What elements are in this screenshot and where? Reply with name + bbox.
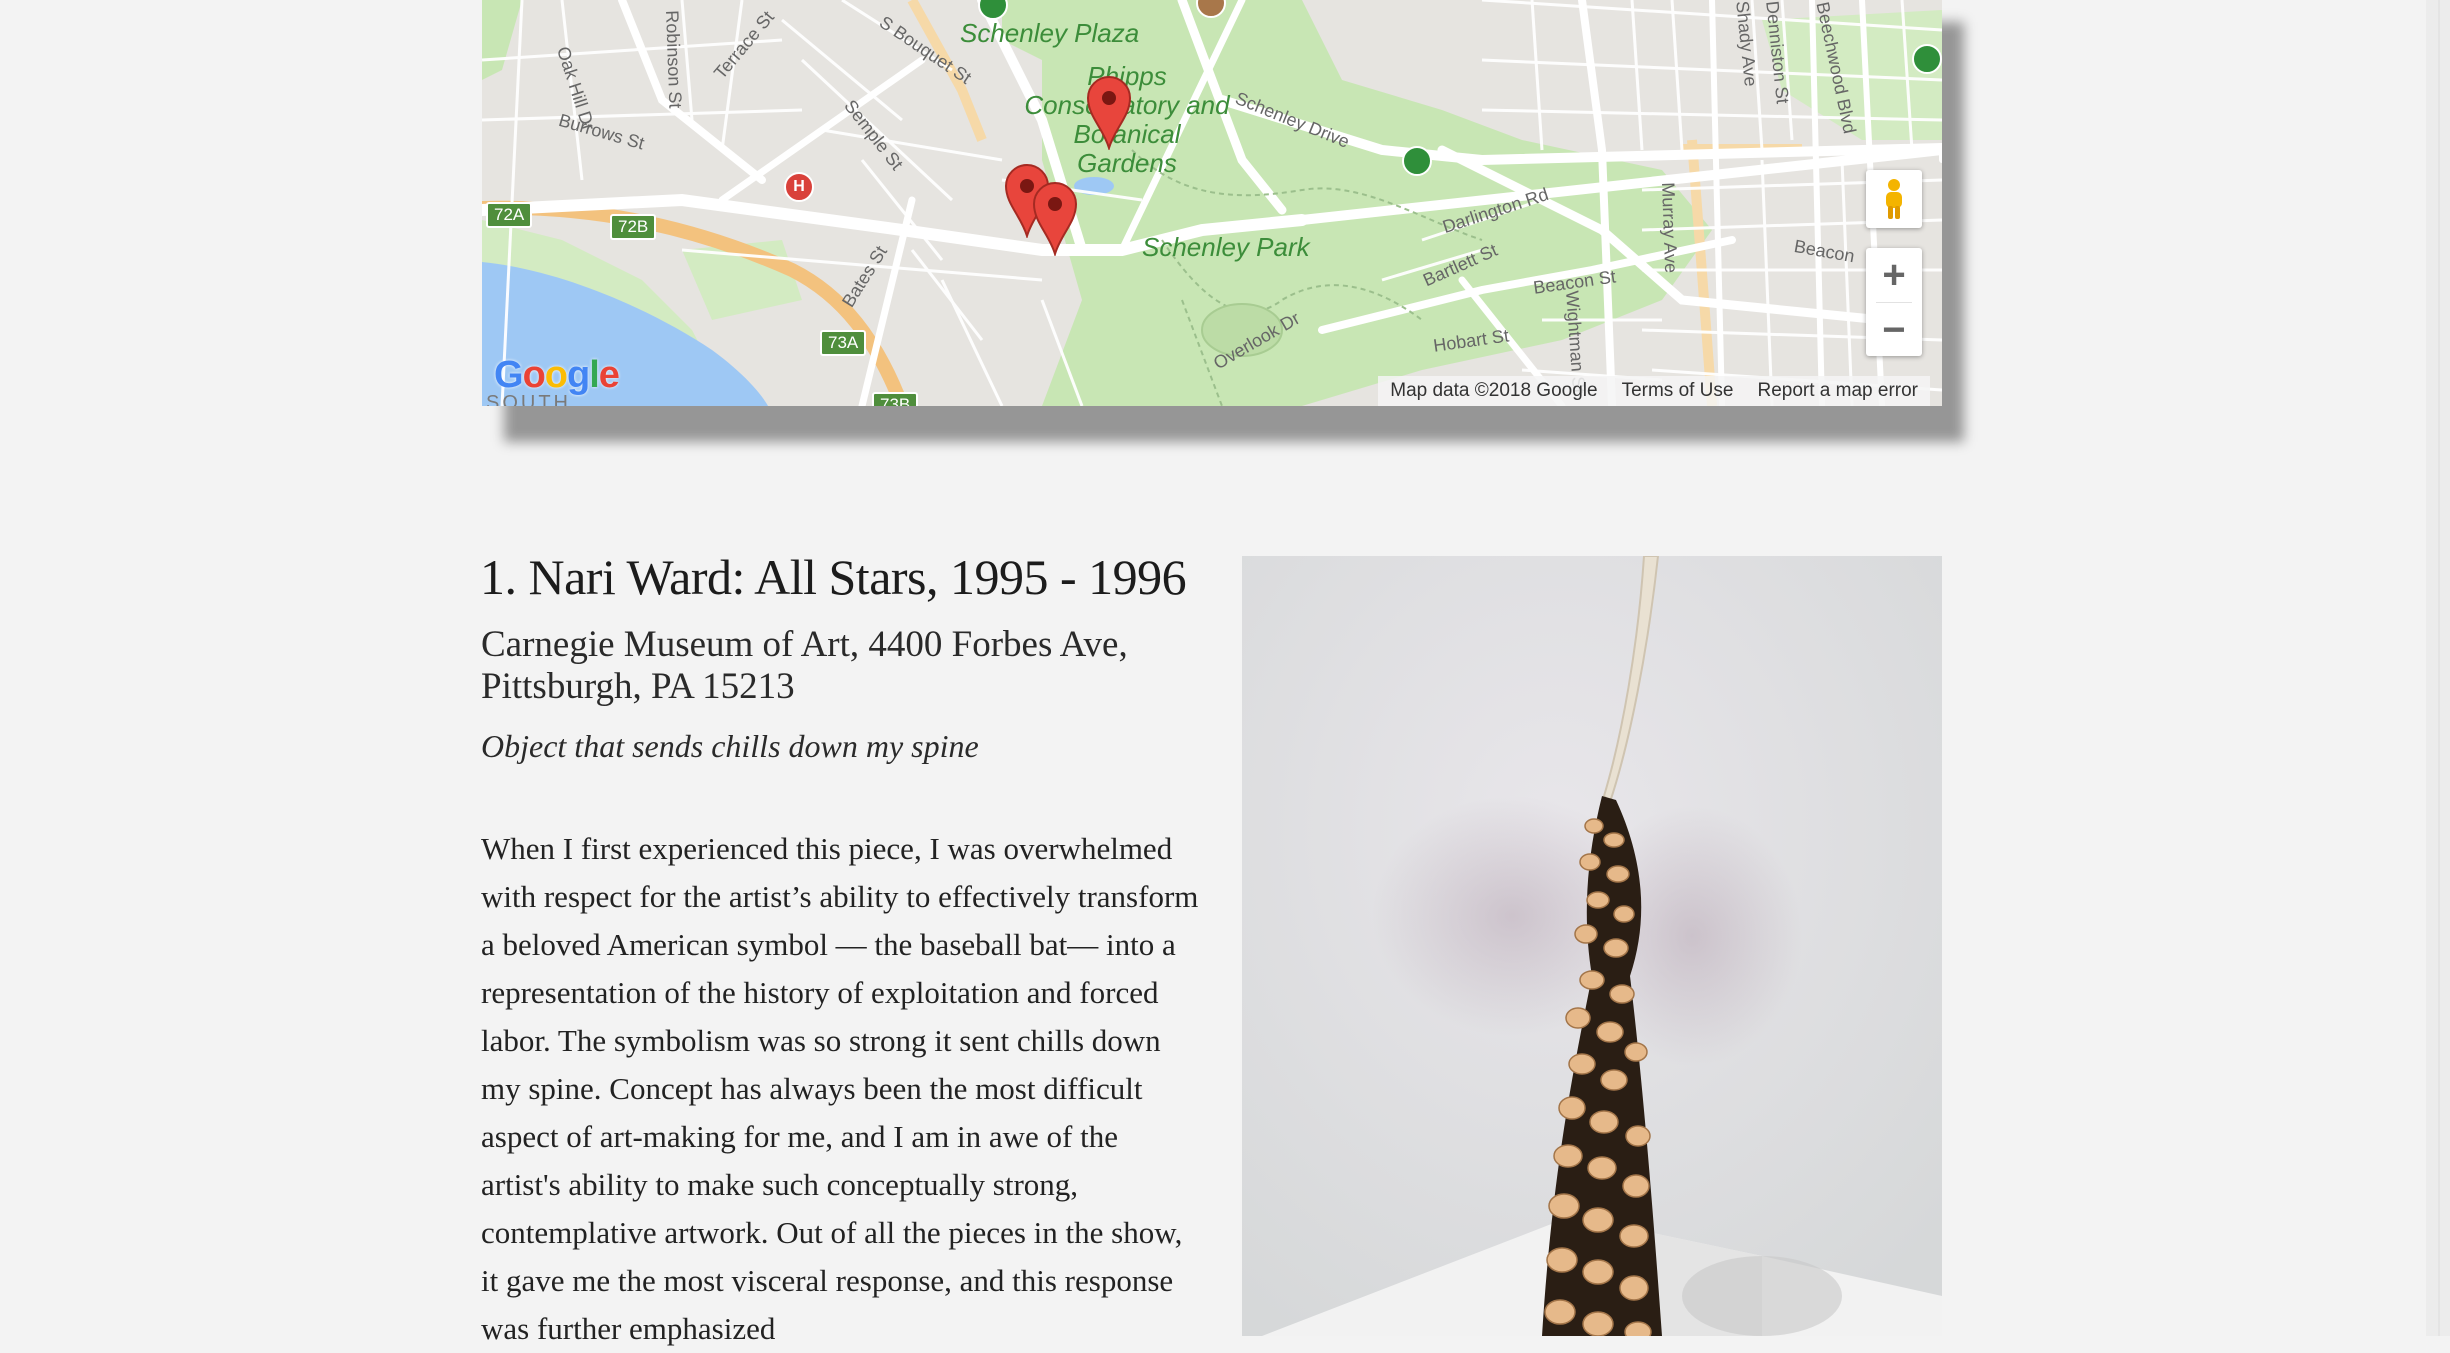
pegman-icon: [1886, 179, 1902, 219]
google-logo[interactable]: Google: [494, 354, 620, 397]
entry-address: Carnegie Museum of Art, 4400 Forbes Ave,…: [481, 624, 1128, 707]
park-poi-icon-right[interactable]: [1912, 44, 1942, 74]
highway-badge-72b: 72B: [610, 214, 657, 240]
murray-ave-label: Murray Ave: [1658, 182, 1682, 274]
report-map-error-link[interactable]: Report a map error: [1757, 380, 1918, 402]
street-view-pegman-button[interactable]: [1866, 170, 1922, 228]
schenley-park-label: Schenley Park: [1142, 232, 1310, 262]
map-base-layer: [482, 0, 1942, 406]
artwork-photo: [1242, 556, 1942, 1336]
robinson-st-label: Robinson St: [662, 10, 686, 109]
highway-badge-72a: 72A: [486, 202, 533, 228]
highway-badge-73b: 73B: [872, 392, 919, 406]
artwork-image-illustration: [1242, 556, 1942, 1336]
terms-of-use-link[interactable]: Terms of Use: [1622, 380, 1734, 402]
location-pin-icon-1[interactable]: [1086, 76, 1132, 150]
zoom-in-button[interactable]: +: [1866, 248, 1922, 302]
zoom-out-button[interactable]: −: [1866, 303, 1922, 357]
highway-badge-73a: 73A: [820, 330, 867, 356]
map-data-text: Map data ©2018 Google: [1390, 380, 1598, 401]
entry-subtitle: Object that sends chills down my spine: [481, 728, 979, 764]
hospital-marker-icon[interactable]: H: [784, 172, 814, 202]
schenley-plaza-label: Schenley Plaza: [960, 18, 1140, 48]
park-poi-icon[interactable]: [1402, 146, 1432, 176]
neighborhood-label: SOUTH: [486, 392, 571, 406]
embedded-map[interactable]: Schenley Plaza Phipps Conservatory and B…: [482, 0, 1942, 406]
scrollbar-edge: [2438, 0, 2440, 1336]
entry-body: When I first experienced this piece, I w…: [481, 831, 1199, 1346]
zoom-control: + −: [1866, 248, 1922, 356]
location-pin-icon-3[interactable]: [1032, 182, 1078, 256]
entry-title: 1. Nari Ward: All Stars, 1995 - 1996: [480, 549, 1187, 605]
map-attribution-bar: Map data ©2018 Google Terms of Use Repor…: [1378, 376, 1930, 406]
